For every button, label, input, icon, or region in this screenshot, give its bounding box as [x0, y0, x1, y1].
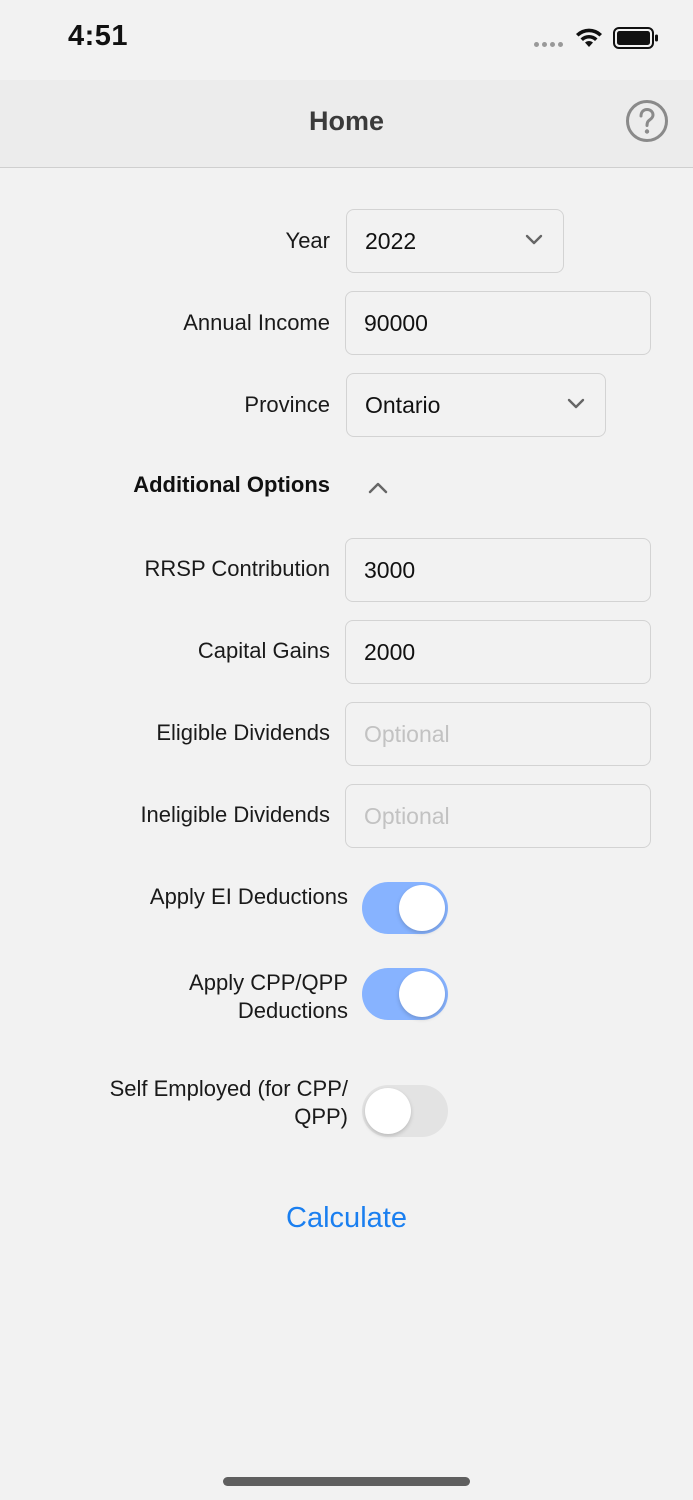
toggle-knob — [399, 885, 445, 931]
ineligible-dividends-placeholder: Optional — [364, 802, 450, 829]
rrsp-value: 3000 — [364, 556, 416, 583]
capital-gains-value: 2000 — [364, 638, 416, 665]
annual-income-label: Annual Income — [183, 310, 330, 335]
self-employed-label-line1: Self Employed (for CPP/ — [109, 1076, 348, 1101]
cpp-label-line1: Apply CPP/QPP — [189, 970, 348, 995]
province-select[interactable]: Ontario — [346, 373, 606, 437]
home-indicator[interactable] — [223, 1477, 470, 1486]
chevron-down-icon — [525, 234, 543, 245]
capital-gains-label: Capital Gains — [197, 638, 330, 663]
toggle-knob — [399, 971, 445, 1017]
self-employed-toggle[interactable] — [362, 1085, 448, 1137]
chevron-down-icon — [567, 398, 585, 409]
battery-icon — [613, 27, 658, 49]
eligible-dividends-placeholder: Optional — [364, 720, 450, 747]
help-question-icon[interactable] — [625, 99, 669, 143]
annual-income-value: 90000 — [364, 309, 428, 336]
cpp-deductions-label: Apply CPP/QPP Deductions — [40, 969, 348, 1025]
province-value: Ontario — [365, 391, 441, 418]
annual-income-input[interactable]: 90000 — [345, 291, 651, 355]
capital-gains-input[interactable]: 2000 — [345, 620, 651, 684]
page-title: Home — [308, 106, 384, 136]
rrsp-label: RRSP Contribution — [144, 556, 330, 581]
eligible-dividends-input[interactable]: Optional — [345, 702, 651, 766]
cellular-signal-icon — [534, 42, 563, 47]
cpp-deductions-toggle[interactable] — [362, 968, 448, 1020]
wifi-icon — [576, 28, 602, 47]
toggle-knob — [365, 1088, 411, 1134]
ineligible-dividends-label: Ineligible Dividends — [140, 802, 330, 827]
eligible-dividends-label: Eligible Dividends — [156, 720, 330, 745]
chevron-up-icon[interactable] — [368, 480, 388, 494]
calculate-button[interactable]: Calculate — [0, 1202, 693, 1235]
self-employed-label-line2: QPP) — [294, 1104, 348, 1129]
self-employed-label: Self Employed (for CPP/ QPP) — [20, 1075, 348, 1131]
status-bar: 4:51 — [0, 0, 693, 80]
rrsp-input[interactable]: 3000 — [345, 538, 651, 602]
year-select[interactable]: 2022 — [346, 209, 564, 273]
cpp-label-line2: Deductions — [237, 998, 348, 1023]
province-label: Province — [244, 392, 330, 417]
year-value: 2022 — [365, 227, 417, 254]
ei-deductions-label: Apply EI Deductions — [149, 884, 348, 909]
additional-options-title[interactable]: Additional Options — [80, 472, 330, 498]
navigation-bar: Home — [0, 80, 693, 168]
ineligible-dividends-input[interactable]: Optional — [345, 784, 651, 848]
status-time: 4:51 — [68, 20, 129, 52]
year-label: Year — [285, 228, 330, 253]
ei-deductions-toggle[interactable] — [362, 882, 448, 934]
